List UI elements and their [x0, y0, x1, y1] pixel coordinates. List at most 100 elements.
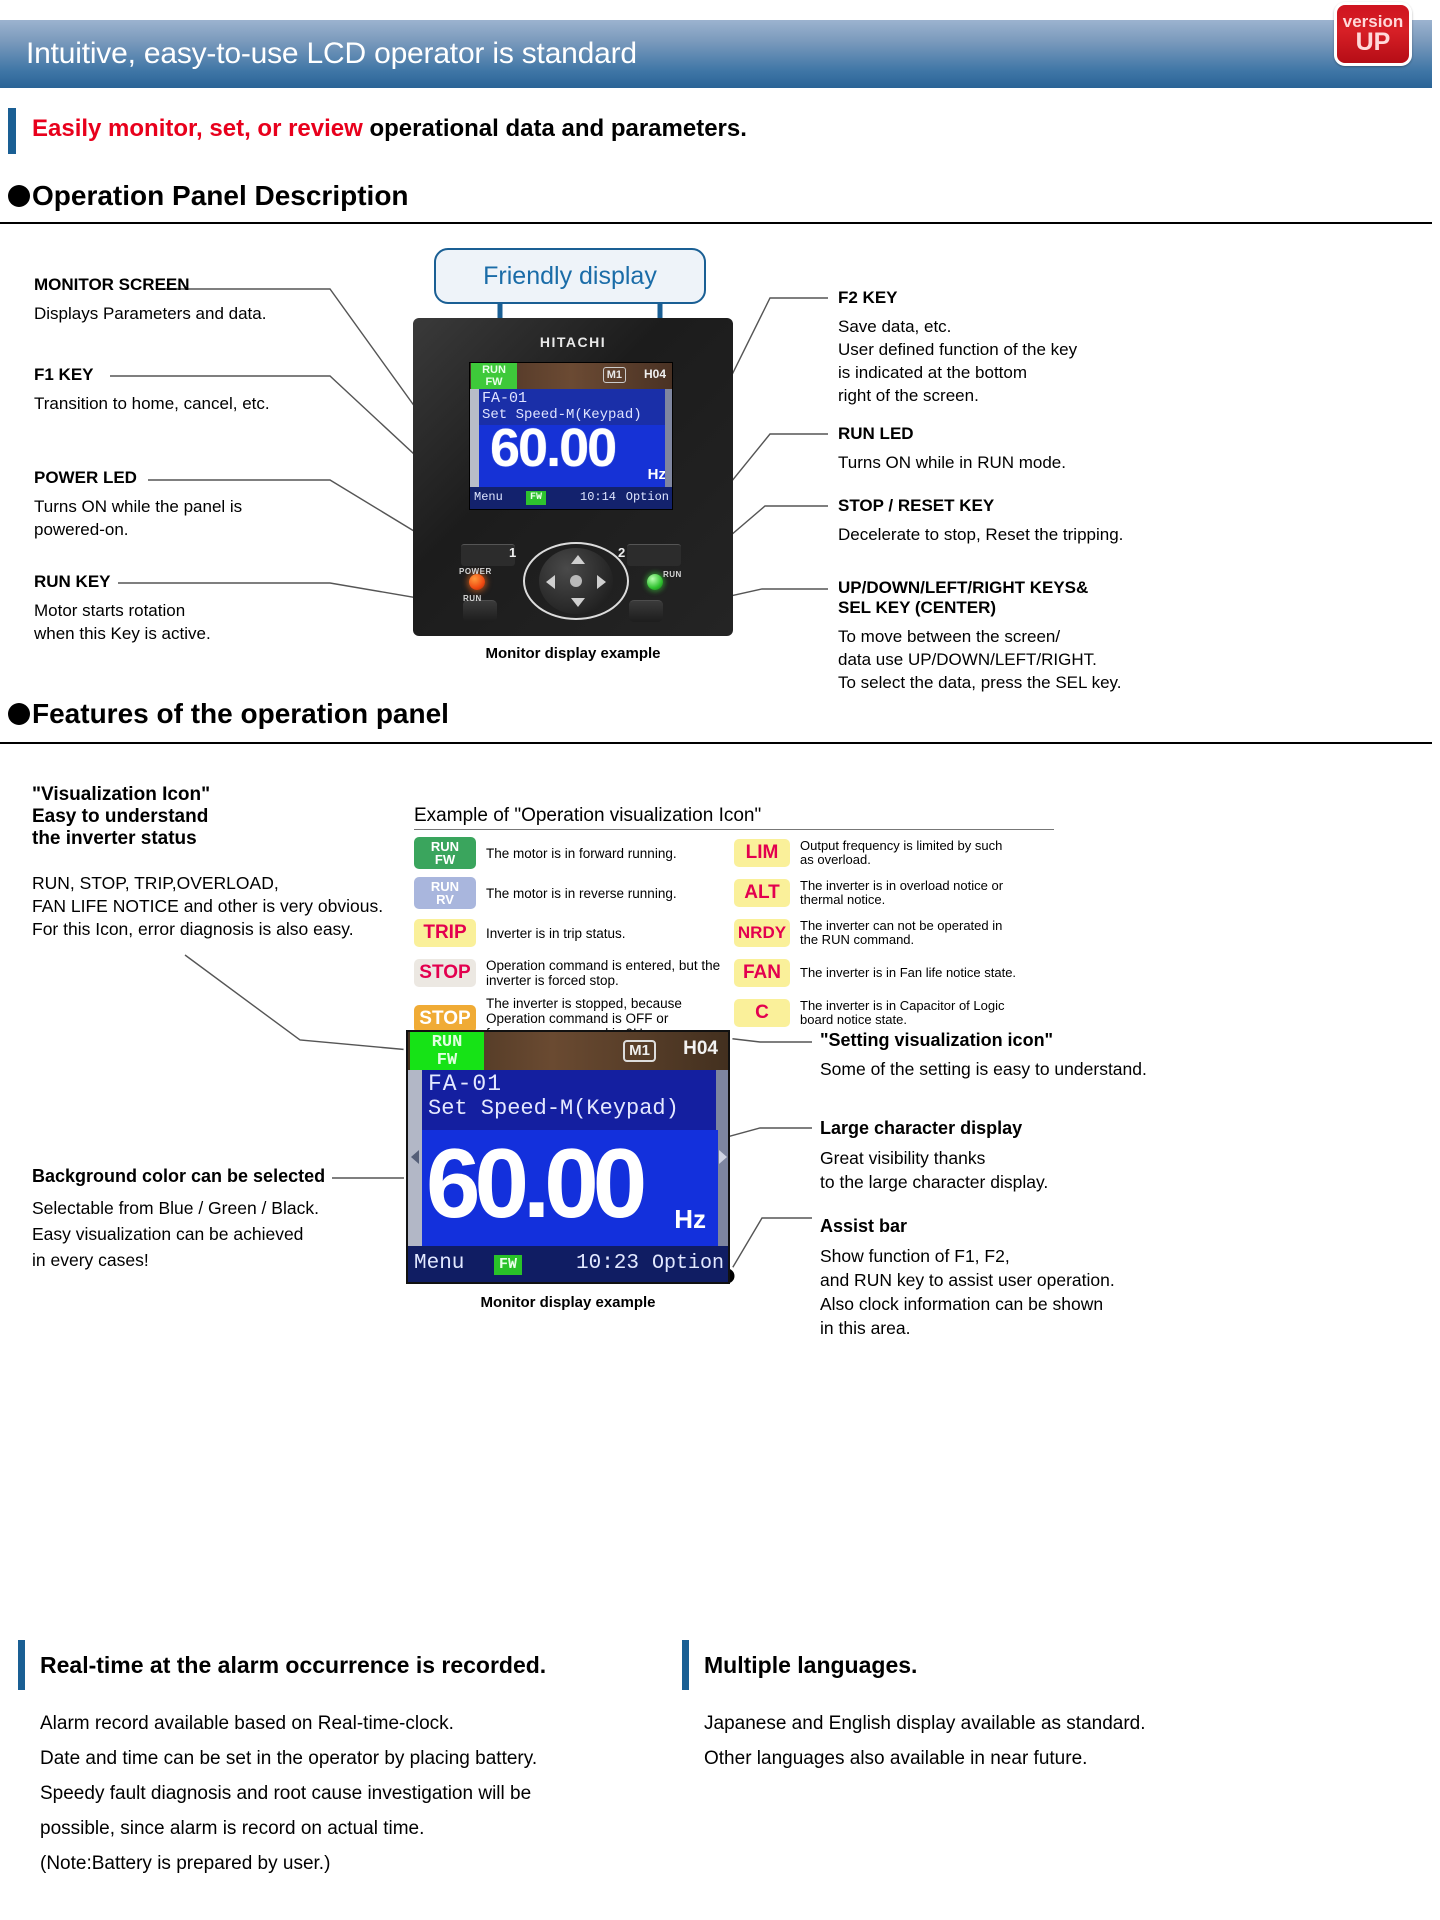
code-badge: H04 — [643, 367, 666, 381]
icon-description: The inverter is stopped, because — [486, 996, 682, 1011]
callout-title: MONITOR SCREEN — [34, 275, 190, 294]
trip-icon: TRIP — [414, 919, 476, 947]
nrdy-icon: NRDY — [734, 919, 790, 947]
callout-body: Decelerate to stop, Reset the tripping. — [838, 525, 1124, 544]
bottom-column-body: Japanese and English display available a… — [704, 1706, 1146, 1776]
lead-statement: Easily monitor, set, or review operation… — [8, 108, 1008, 154]
fan-icon: FAN — [734, 959, 790, 987]
direction-indicator: FW — [526, 491, 547, 505]
bottom-column-line: Alarm record available based on Real-tim… — [40, 1713, 454, 1734]
bottom-column-line: possible, since alarm is record on actua… — [40, 1818, 425, 1839]
monitor-screen-top: RUN FW M1 H04 FA-01 Set Speed-M(Keypad) … — [469, 362, 673, 510]
visualization-icon-block: "Visualization Icon" Easy to understand … — [32, 784, 383, 941]
left-arrow-icon[interactable] — [546, 575, 555, 589]
run-fw-status-icon: RUN FW — [471, 363, 517, 389]
visualization-icon-table: Example of "Operation visualization Icon… — [414, 805, 1054, 1047]
bottom-column-line: Japanese and English display available a… — [704, 1713, 1146, 1734]
callout-body: when this Key is active. — [34, 624, 211, 643]
icon-description: Inverter is in trip status. — [486, 925, 626, 941]
run-rv-icon: RUN RV — [414, 877, 476, 909]
callout-title: Background color can be selected — [32, 1166, 326, 1186]
visualization-body-1: RUN, STOP, TRIP,OVERLOAD, — [32, 873, 279, 893]
softkey-right-label: Option — [625, 490, 669, 504]
assist-bar-bottom: Menu FW 10:23 Option — [408, 1246, 728, 1282]
callout-title: RUN KEY — [34, 572, 111, 591]
callout-f2-key: F2 KEY Save data, etc. User defined func… — [838, 288, 1077, 407]
run-fw-status-icon: RUN FW — [410, 1032, 484, 1070]
page-root: Intuitive, easy-to-use LCD operator is s… — [0, 0, 1440, 1920]
friendly-display-label: Friendly display — [483, 261, 657, 290]
stop-reset-key[interactable] — [629, 600, 663, 622]
page-header: Intuitive, easy-to-use LCD operator is s… — [0, 20, 1432, 88]
visualization-title-3: the inverter status — [32, 828, 197, 849]
callout-title-line2: SEL KEY (CENTER) — [838, 598, 997, 617]
f2-key[interactable] — [627, 544, 681, 566]
accent-bar — [18, 1640, 25, 1690]
icon-description-group: Output frequency is limited by such as o… — [800, 838, 1002, 868]
capacitor-icon: C — [734, 999, 790, 1027]
icon-table-rule — [414, 829, 1054, 830]
icon-description-group: The inverter is in Capacitor of Logic bo… — [800, 998, 1004, 1028]
callout-assist-bar: Assist bar Show function of F1, F2, and … — [820, 1216, 1115, 1340]
operator-device-top: HITACHI RUN FW M1 H04 FA-01 Set Speed-M(… — [413, 318, 733, 636]
callout-body: Selectable from Blue / Green / Black. — [32, 1198, 319, 1218]
lead-text: Easily monitor, set, or review operation… — [32, 115, 747, 143]
callout-title: "Setting visualization icon" — [820, 1030, 1054, 1050]
icon-row: RUN FW The motor is in forward running. — [414, 836, 734, 870]
bottom-column-body: Alarm record available based on Real-tim… — [40, 1706, 537, 1881]
lim-icon: LIM — [734, 839, 790, 867]
section-divider-2 — [0, 742, 1432, 744]
icon-row: NRDY The inverter can not be operated in… — [734, 916, 1054, 950]
callout-body: in every cases! — [32, 1250, 149, 1270]
scrollbar-left[interactable] — [470, 389, 479, 487]
callout-body: right of the screen. — [838, 386, 979, 405]
softkey-left-label: Menu — [474, 490, 503, 504]
power-led-label: POWER — [459, 567, 492, 576]
version-badge-line2: UP — [1355, 28, 1391, 56]
callout-body: Turns ON while in RUN mode. — [838, 453, 1066, 472]
bottom-column-title: Multiple languages. — [704, 1652, 918, 1678]
power-led — [469, 574, 485, 590]
down-arrow-icon[interactable] — [571, 598, 585, 607]
up-arrow-icon[interactable] — [571, 555, 585, 564]
callout-body: Also clock information can be shown — [820, 1294, 1104, 1314]
dpad-navigation[interactable] — [539, 548, 613, 614]
direction-indicator: FW — [494, 1255, 523, 1275]
brand-logo: HITACHI — [539, 334, 607, 350]
right-arrow-icon[interactable] — [597, 575, 606, 589]
callout-body: and RUN key to assist user operation. — [820, 1270, 1115, 1290]
icon-table-heading: Example of "Operation visualization Icon… — [414, 805, 762, 826]
param-name: Set Speed-M(Keypad) — [428, 1096, 679, 1121]
stop-forced-icon: STOP — [414, 959, 476, 987]
mode-badge: M1 — [602, 367, 626, 383]
icon-description: The inverter is in overload notice or — [800, 877, 1004, 893]
callout-title: STOP / RESET KEY — [838, 496, 995, 515]
left-arrow-icon — [411, 1150, 419, 1164]
f1-key[interactable] — [461, 544, 515, 566]
callout-body: powered-on. — [34, 520, 129, 539]
callout-stop-reset-key: STOP / RESET KEY Decelerate to stop, Res… — [838, 496, 1123, 546]
icon-row: RUN RV The motor is in reverse running. — [414, 876, 734, 910]
lead-accent-bar — [8, 108, 16, 154]
icon-description-group: Operation command is entered, but the in… — [486, 958, 720, 988]
lcd-main-area: FA-01 Set Speed-M(Keypad) 60.00 Hz — [470, 389, 672, 487]
run-key-label: RUN — [463, 594, 482, 603]
icon-description: Operation command is entered, but the — [486, 958, 721, 973]
friendly-display-callout: Friendly display — [434, 248, 706, 304]
icon-description: The inverter is in Fan life notice state… — [800, 964, 1017, 980]
sel-key-center[interactable] — [570, 575, 582, 587]
callout-title: F1 KEY — [34, 365, 94, 384]
scrollbar-right[interactable] — [665, 389, 672, 487]
icon-description: the RUN command. — [800, 932, 915, 947]
icon-description: The inverter can not be operated in — [800, 917, 1003, 933]
section-heading-text: Features of the operation panel — [32, 698, 449, 729]
section-divider-1 — [0, 222, 1432, 224]
callout-body: Save data, etc. — [838, 317, 952, 336]
bottom-column-line: Other languages also available in near f… — [704, 1748, 1088, 1769]
right-arrow-icon — [719, 1150, 727, 1164]
run-key[interactable] — [463, 600, 497, 622]
frequency-unit: Hz — [674, 1204, 706, 1234]
icon-description: thermal notice. — [800, 892, 886, 907]
f1-key-label: 1 — [509, 545, 517, 560]
bottom-column-title: Real-time at the alarm occurrence is rec… — [40, 1652, 547, 1678]
